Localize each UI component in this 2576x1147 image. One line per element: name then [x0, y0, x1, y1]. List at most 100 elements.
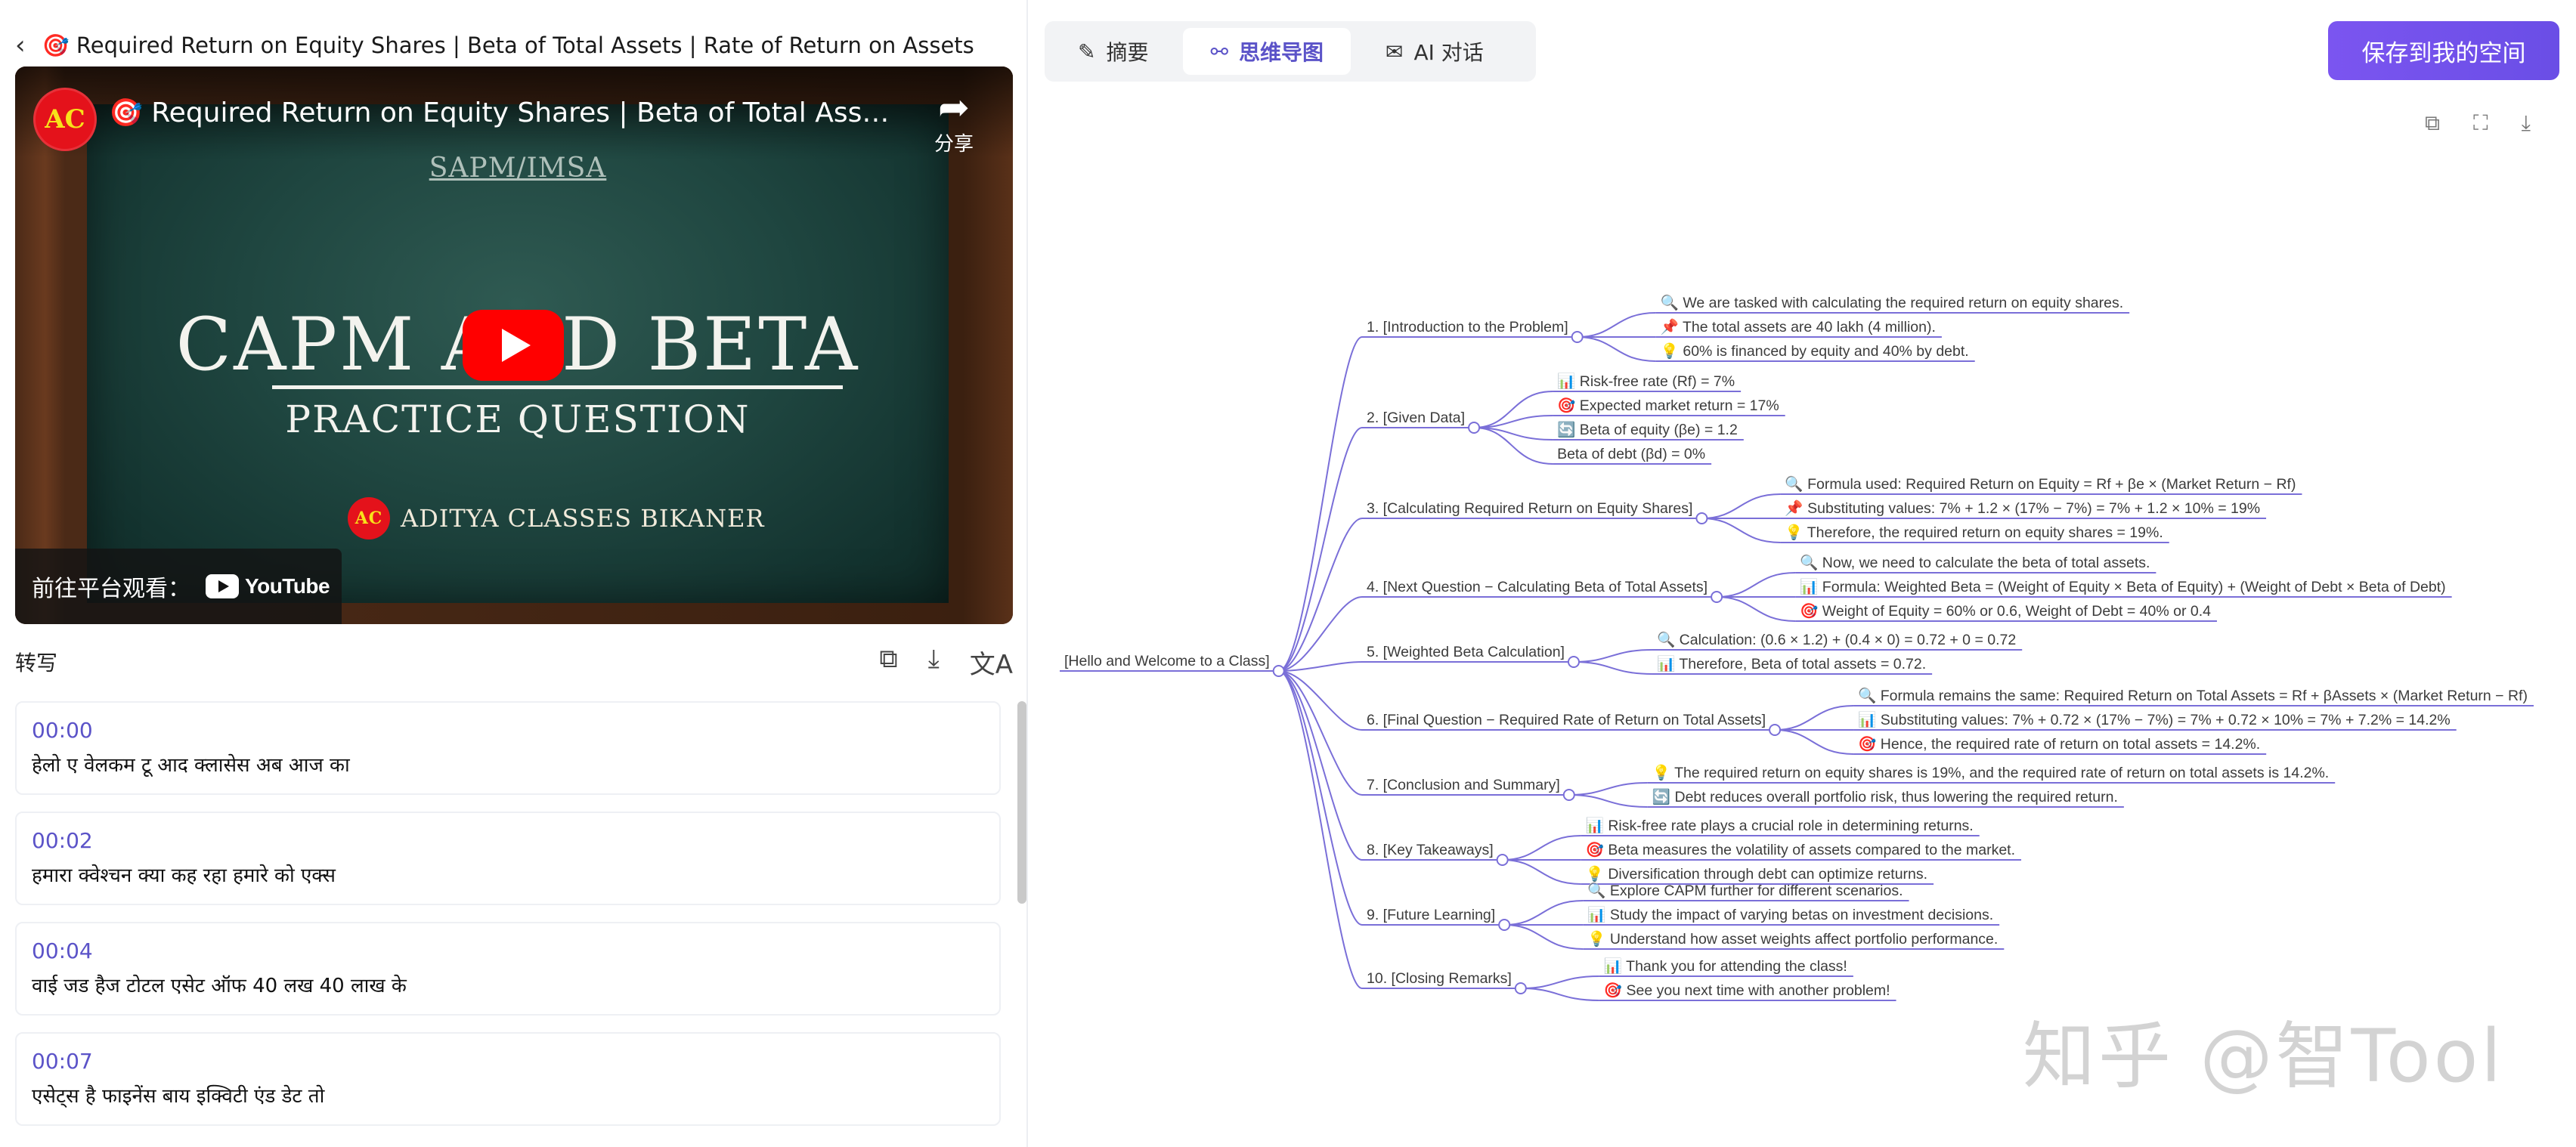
mindmap-edge	[1717, 596, 1796, 622]
mindmap-collapse-toggle	[1769, 724, 1782, 736]
youtube-label: YouTube	[245, 574, 330, 598]
mindmap-branch-label: 7. [Conclusion and Summary]	[1367, 777, 1560, 793]
mindmap-edge	[1278, 670, 1363, 926]
youtube-icon	[206, 574, 239, 598]
segment-time[interactable]: 00:02	[32, 828, 984, 853]
copy-icon[interactable]: ⧉	[879, 644, 897, 681]
fullscreen-icon[interactable]: ⛶	[2473, 110, 2488, 136]
mindmap-edge	[1474, 427, 1553, 465]
mindmap-branch-label: 9. [Future Learning]	[1367, 907, 1495, 923]
mindmap-edge	[1577, 336, 1656, 362]
mindmap-edge	[1701, 518, 1781, 543]
mindmap-collapse-toggle	[1514, 982, 1527, 994]
tab-label: AI 对话	[1413, 40, 1484, 65]
mindmap[interactable]: 1. [Introduction to the Problem] 🔍 We are…	[1058, 287, 2570, 1043]
watch-on-youtube-button[interactable]: 前往平台观看： YouTube	[15, 549, 342, 624]
tab-mindmap[interactable]: ⚯ 思维导图	[1183, 28, 1351, 75]
mindmap-edge	[1278, 518, 1363, 672]
mindmap-edge	[1775, 729, 1854, 755]
mindmap-toolbar: ⧉ ⛶ ⤓	[2425, 110, 2531, 136]
mindmap-leaf-label: 📊 Thank you for attending the class!	[1604, 957, 1847, 975]
mindmap-branch-label: 2. [Given Data]	[1367, 410, 1465, 426]
mindmap-leaf-label: 💡 60% is financed by equity and 40% by d…	[1661, 342, 1969, 360]
tab-summary[interactable]: ✎ 摘要	[1051, 28, 1175, 75]
mindmap-leaf-label: 🎯 See you next time with another problem…	[1604, 982, 1890, 999]
save-to-space-button[interactable]: 保存到我的空间	[2328, 21, 2559, 80]
channel-logo-icon[interactable]: AC	[33, 88, 97, 151]
mindmap-collapse-toggle	[1562, 789, 1575, 801]
brand-logo-icon: AC	[348, 497, 390, 539]
mindmap-edge	[1568, 794, 1648, 808]
share-icon: ➦	[938, 85, 970, 129]
tab-label: 思维导图	[1238, 40, 1324, 65]
mindmap-leaf-label: 💡 Understand how asset weights affect po…	[1587, 930, 1998, 948]
board-brand: AC ADITYA CLASSES BIKANER	[348, 497, 765, 539]
copy-icon[interactable]: ⧉	[2425, 110, 2440, 136]
mindmap-edge	[1278, 596, 1363, 672]
player-title[interactable]: 🎯 Required Return on Equity Shares | Bet…	[109, 97, 895, 128]
mindmap-branch-label: 6. [Final Question − Required Rate of Re…	[1367, 712, 1766, 728]
mindmap-edge	[1504, 900, 1584, 926]
board-subtitle: PRACTICE QUESTION	[285, 397, 751, 441]
segment-time[interactable]: 00:00	[32, 718, 984, 743]
mindmap-leaf-label: 📊 Study the impact of varying betas on i…	[1587, 906, 1993, 923]
mindmap-edge	[1278, 670, 1363, 989]
mindmap-edge	[1568, 782, 1648, 796]
board-header: SAPM/IMSA	[429, 153, 607, 184]
mindmap-edge	[1520, 975, 1599, 989]
translate-icon[interactable]: 文A	[970, 644, 1013, 681]
segment-text: हमारा क्वेश्चन क्या कह रहा हमारे को एक्स	[32, 864, 336, 887]
mindmap-edge	[1502, 859, 1581, 885]
tab-label: 摘要	[1106, 40, 1149, 65]
mindmap-leaf-label: 🔍 Formula remains the same: Required Ret…	[1858, 686, 2528, 704]
mindmap-branch-label: 5. [Weighted Beta Calculation]	[1367, 644, 1565, 660]
segment-time[interactable]: 00:07	[32, 1049, 984, 1074]
transcript-header: 转写 ⧉ ⤓ 文A	[15, 644, 1013, 680]
play-button[interactable]	[463, 310, 564, 381]
mindmap-edge	[1278, 336, 1363, 672]
mindmap-collapse-toggle	[1498, 919, 1511, 931]
mindmap-edge	[1474, 391, 1553, 428]
mindmap-branch-label: 4. [Next Question − Calculating Beta of …	[1367, 579, 1708, 595]
mindmap-edge	[1573, 661, 1652, 675]
tab-ai-chat[interactable]: ✉ AI 对话	[1358, 28, 1511, 75]
mindmap-leaf-label: 🔄 Debt reduces overall portfolio risk, t…	[1652, 788, 2118, 805]
mindmap-leaf-label: 💡 Diversification through debt can optim…	[1586, 865, 1927, 883]
share-button[interactable]: ➦ 分享	[924, 86, 984, 156]
video-panel: ‹ 🎯 Required Return on Equity Shares | B…	[0, 0, 1028, 1147]
mindmap-leaf-label: 📌 Substituting values: 7% + 1.2 × (17% −…	[1785, 499, 2260, 517]
mindmap-leaf-label: 🔍 We are tasked with calculating the req…	[1661, 293, 2124, 311]
transcript-scrollbar[interactable]	[1017, 701, 1026, 904]
mindmap-edge	[1573, 649, 1652, 663]
mindmap-leaf-label: 📊 Substituting values: 7% + 0.72 × (17% …	[1858, 711, 2451, 728]
mindmap-leaf-label: 🎯 Hence, the required rate of return on …	[1858, 735, 2260, 753]
video-player[interactable]: SAPM/IMSA CAPM AND BETA PRACTICE QUESTIO…	[15, 66, 1013, 624]
mindmap-leaf-label: 🎯 Expected market return = 17%	[1557, 397, 1779, 414]
mindmap-edge	[1504, 924, 1584, 950]
transcript-label: 转写	[15, 651, 58, 676]
mindmap-icon: ⚯	[1210, 39, 1228, 64]
segment-text: एसेट्स है फाइनेंस बाय इक्विटी एंड डेट तो	[32, 1085, 325, 1108]
download-icon[interactable]: ⤓	[928, 644, 940, 681]
mindmap-leaf-label: 💡 Therefore, the required return on equi…	[1785, 524, 2163, 541]
mindmap-branch-label: 1. [Introduction to the Problem]	[1367, 319, 1568, 335]
brand-name: ADITYA CLASSES BIKANER	[401, 504, 765, 533]
mindmap-branch-label: 10. [Closing Remarks]	[1367, 970, 1512, 987]
segment-time[interactable]: 00:04	[32, 938, 984, 963]
back-icon[interactable]: ‹	[15, 30, 26, 60]
video-title: 🎯 Required Return on Equity Shares | Bet…	[42, 32, 974, 58]
download-icon[interactable]: ⤓	[2522, 110, 2531, 136]
mindmap-leaf-label: 🔍 Explore CAPM further for different sce…	[1587, 881, 1903, 899]
view-tabs: ✎ 摘要 ⚯ 思维导图 ✉ AI 对话	[1045, 21, 1536, 82]
transcript-segment[interactable]: 00:04 वाई जड हैज टोटल एसेट ऑफ 40 लख 40 ल…	[15, 922, 1001, 1016]
magic-wand-icon: ✎	[1078, 39, 1096, 64]
mindmap-collapse-toggle	[1496, 854, 1509, 866]
mindmap-edge	[1502, 835, 1581, 861]
mindmap-collapse-toggle	[1272, 665, 1285, 677]
transcript-segment[interactable]: 00:07 एसेट्स है फाइनेंस बाय इक्विटी एंड …	[15, 1032, 1001, 1126]
transcript-segment[interactable]: 00:02 हमारा क्वेश्चन क्या कह रहा हमारे क…	[15, 812, 1001, 905]
mindmap-edge	[1278, 427, 1363, 672]
share-label: 分享	[933, 133, 974, 156]
mindmap-edge	[1577, 312, 1656, 338]
transcript-segment[interactable]: 00:00 हेलो ए वेलकम टू आद क्लासेस अब आज क…	[15, 701, 1001, 795]
